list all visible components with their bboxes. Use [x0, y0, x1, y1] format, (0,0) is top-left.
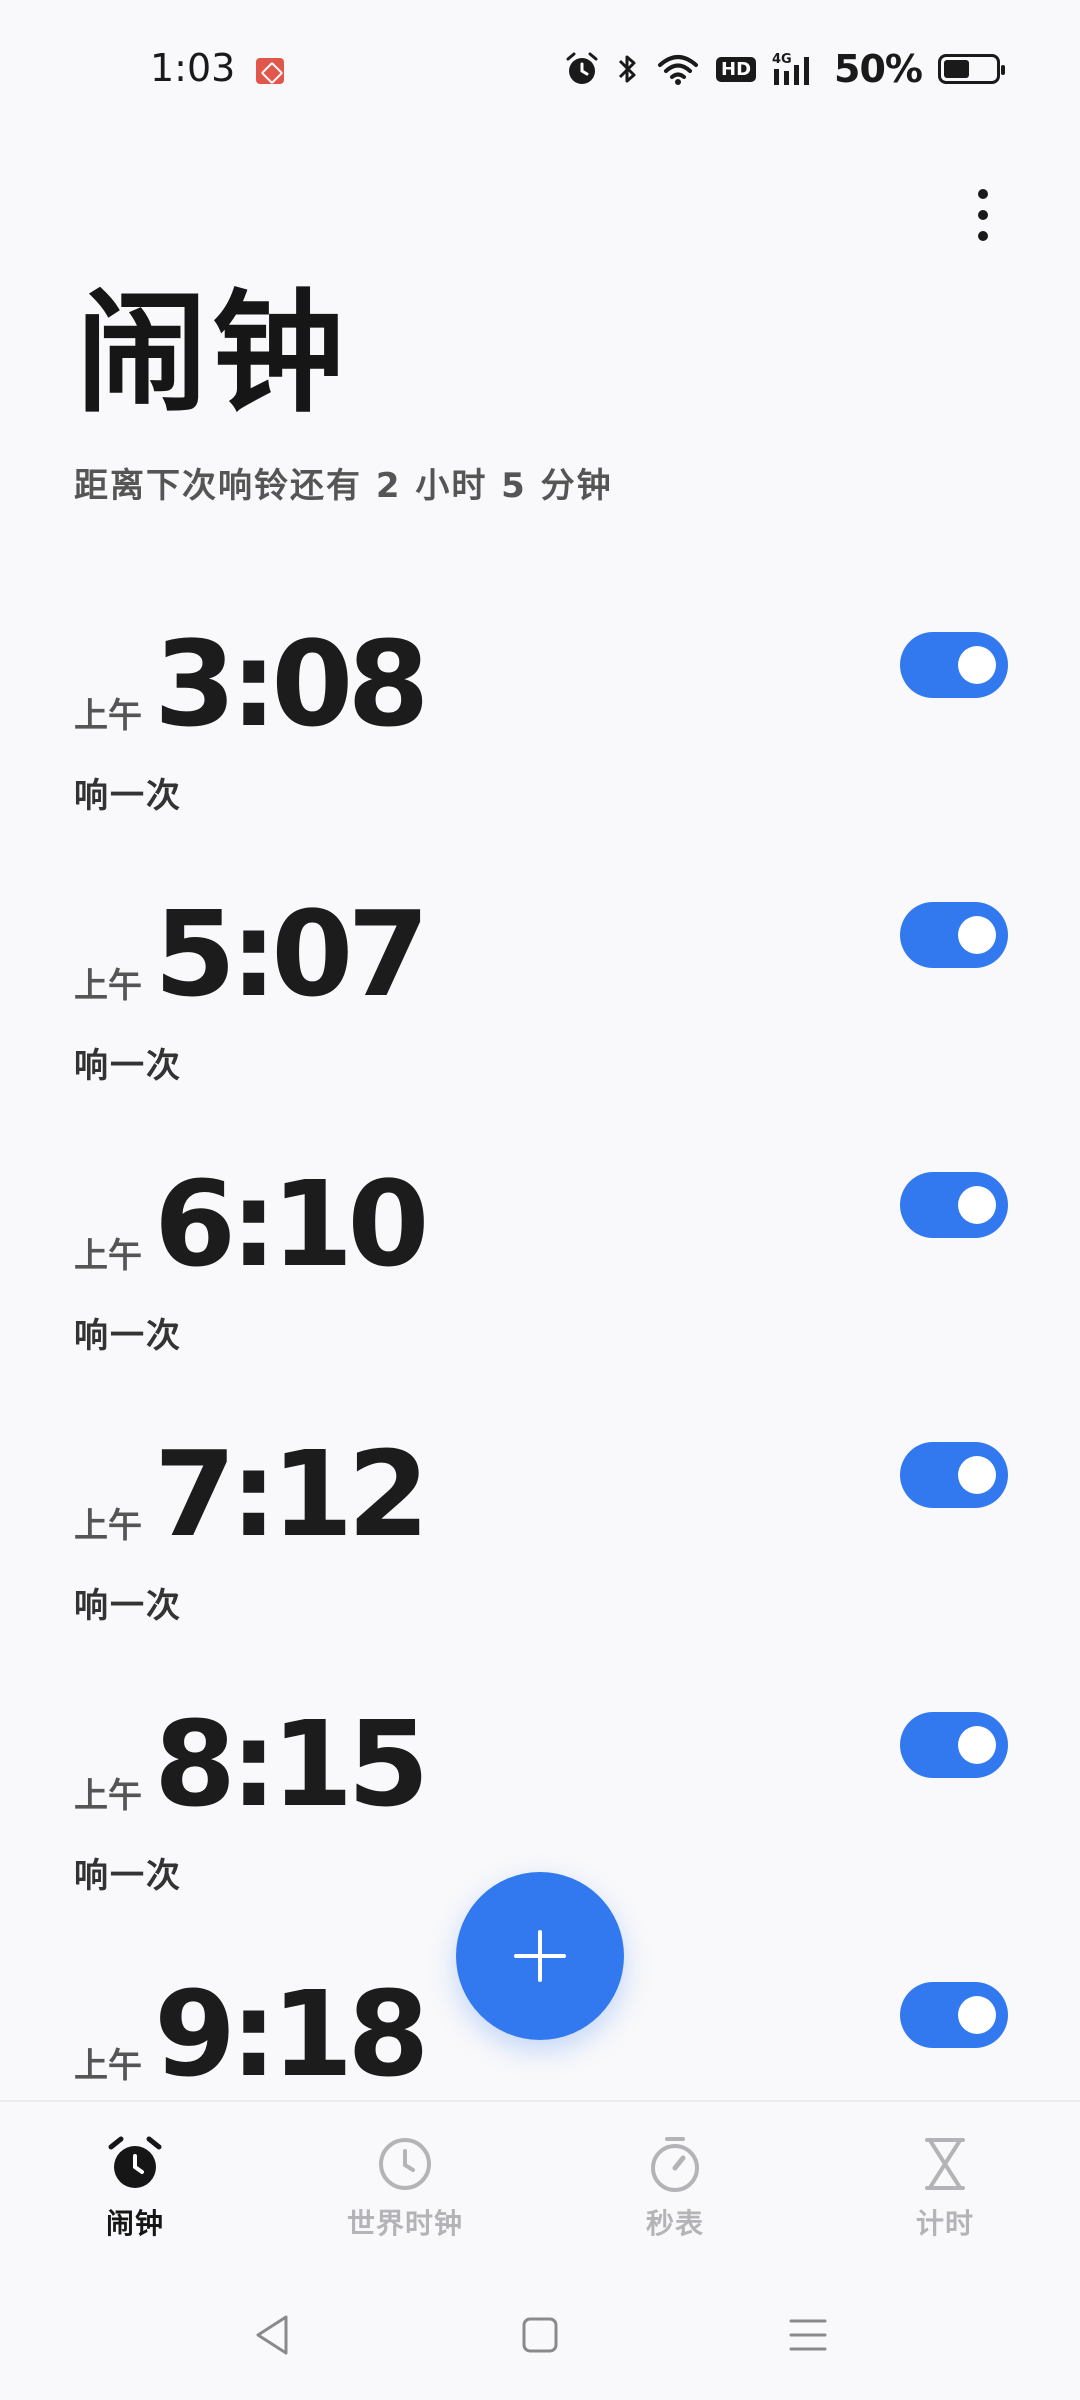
alarm-repeat: 响一次 [74, 1586, 182, 1626]
more-options-button[interactable] [958, 180, 1008, 250]
status-bar: 1:03 HD 4G 50% [0, 0, 1080, 140]
wifi-icon [656, 51, 700, 87]
system-nav-bar [0, 2270, 1080, 2400]
toggle-knob [958, 1456, 996, 1494]
more-dot-icon [978, 189, 988, 199]
alarm-ampm: 上午 [74, 696, 142, 736]
more-dot-icon [978, 231, 988, 241]
notification-icon [256, 58, 284, 84]
alarm-ampm: 上午 [74, 1236, 142, 1276]
toggle-knob [958, 1726, 996, 1764]
alarm-toggle[interactable] [900, 1442, 1008, 1508]
tab-timer[interactable]: 计时 [810, 2102, 1080, 2260]
add-alarm-button[interactable] [456, 1872, 624, 2040]
battery-fill [944, 60, 969, 78]
alarm-ampm: 上午 [74, 1506, 142, 1546]
bluetooth-icon [616, 51, 640, 87]
status-time: 1:03 [150, 46, 236, 90]
hd-badge: HD [716, 56, 757, 82]
toggle-knob [958, 646, 996, 684]
toggle-knob [958, 916, 996, 954]
tab-stopwatch-label: 秒表 [645, 2207, 704, 2240]
alarm-screen: 1:03 HD 4G 50% 闹钟 距离下次响铃还有 2 小时 5 分钟 上午 … [0, 0, 1080, 2400]
alarm-ampm: 上午 [74, 966, 142, 1006]
alarm-time: 3:08 [154, 615, 430, 753]
alarm-repeat: 响一次 [74, 1046, 182, 1086]
battery-icon [938, 54, 1005, 84]
alarm-toggle[interactable] [900, 1712, 1008, 1778]
battery-percent: 50% [834, 47, 923, 91]
tab-alarm-label: 闹钟 [105, 2207, 164, 2240]
alarm-item[interactable]: 上午 7:12 响一次 [0, 1390, 1080, 1660]
alarm-repeat: 响一次 [74, 1316, 182, 1356]
alarm-toggle[interactable] [900, 902, 1008, 968]
alarm-time: 8:15 [154, 1695, 430, 1833]
tab-world-clock-label: 世界时钟 [346, 2207, 463, 2240]
recents-menu-icon[interactable] [784, 2311, 832, 2359]
alarm-item[interactable]: 上午 3:08 响一次 [0, 580, 1080, 850]
alarm-clock-icon [103, 2132, 167, 2196]
alarm-time: 9:18 [154, 1965, 430, 2100]
hourglass-icon [913, 2132, 977, 2196]
alarm-toggle[interactable] [900, 1982, 1008, 2048]
page-title: 闹钟 [76, 277, 348, 431]
alarm-ampm: 上午 [74, 1776, 142, 1816]
status-icons: HD 4G 50% [564, 44, 1005, 94]
bottom-tab-bar: 闹钟 世界时钟 秒表 计时 [0, 2100, 1080, 2260]
back-icon[interactable] [248, 2311, 296, 2359]
tab-world-clock[interactable]: 世界时钟 [270, 2102, 540, 2260]
toggle-knob [958, 1186, 996, 1224]
alarm-time: 5:07 [154, 885, 430, 1023]
tab-stopwatch[interactable]: 秒表 [540, 2102, 810, 2260]
alarm-toggle[interactable] [900, 1172, 1008, 1238]
alarm-time: 6:10 [154, 1155, 430, 1293]
alarm-time: 7:12 [154, 1425, 430, 1563]
alarm-toggle[interactable] [900, 632, 1008, 698]
tab-timer-label: 计时 [915, 2207, 974, 2240]
alarm-item[interactable]: 上午 6:10 响一次 [0, 1120, 1080, 1390]
stopwatch-icon [643, 2132, 707, 2196]
next-alarm-countdown: 距离下次响铃还有 2 小时 5 分钟 [74, 466, 613, 506]
alarm-ampm: 上午 [74, 2046, 142, 2086]
home-icon[interactable] [516, 2311, 564, 2359]
alarm-repeat: 响一次 [74, 776, 182, 816]
more-dot-icon [978, 210, 988, 220]
alarm-status-icon [564, 51, 600, 87]
network-type-label: 4G [772, 52, 792, 67]
clock-icon [373, 2132, 437, 2196]
signal-icon: 4G [772, 51, 818, 87]
alarm-item[interactable]: 上午 5:07 响一次 [0, 850, 1080, 1120]
tab-alarm[interactable]: 闹钟 [0, 2102, 270, 2260]
toggle-knob [958, 1996, 996, 2034]
alarm-repeat: 响一次 [74, 1856, 182, 1896]
